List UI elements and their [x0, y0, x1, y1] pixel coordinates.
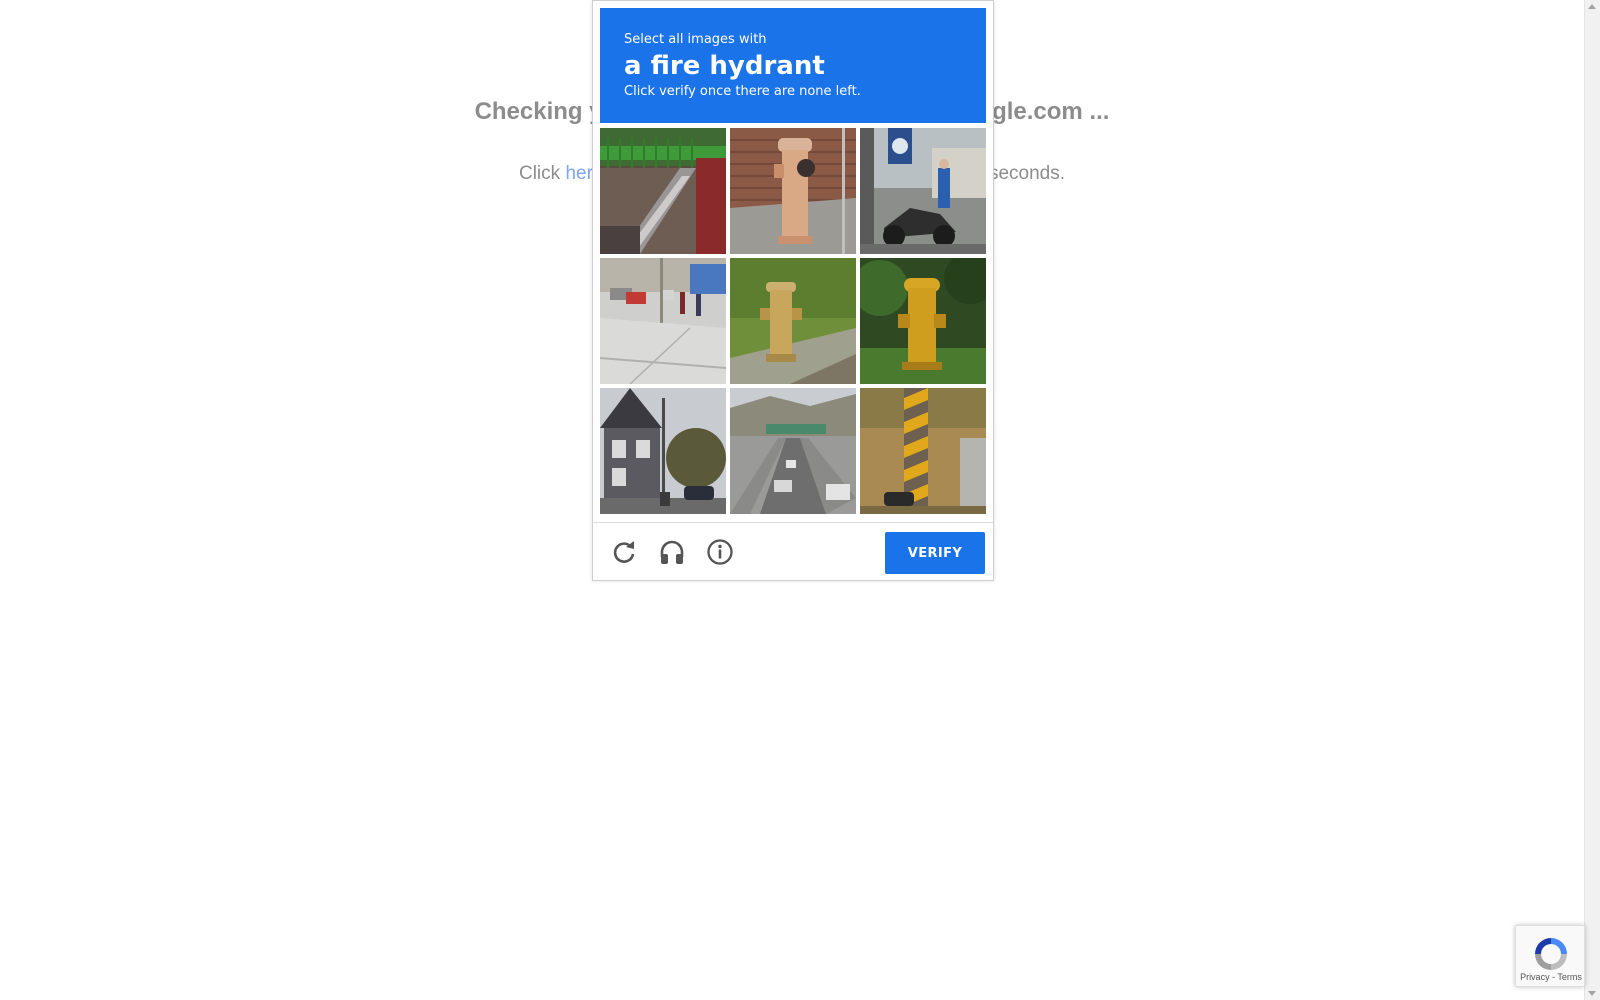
tile-7-image: [600, 388, 726, 514]
prompt-instruction: Select all images with: [624, 32, 767, 47]
image-tile-4[interactable]: [600, 258, 726, 384]
image-tile-9[interactable]: [860, 388, 986, 514]
tile-8-image: [730, 388, 856, 514]
image-tile-7[interactable]: [600, 388, 726, 514]
image-grid: [600, 128, 986, 514]
scroll-up-arrow-icon[interactable]: [1588, 4, 1596, 9]
verify-button[interactable]: VERIFY: [885, 532, 985, 574]
tile-1-image: [600, 128, 726, 254]
recaptcha-badge[interactable]: Privacy - Terms: [1515, 925, 1585, 987]
image-tile-5[interactable]: [730, 258, 856, 384]
challenge-prompt: Select all images with a fire hydrant Cl…: [600, 8, 986, 123]
tile-4-image: [600, 258, 726, 384]
tile-3-image: [860, 128, 986, 254]
badge-links: Privacy - Terms: [1516, 972, 1586, 982]
image-tile-2[interactable]: [730, 128, 856, 254]
image-tile-3[interactable]: [860, 128, 986, 254]
image-tile-6[interactable]: [860, 258, 986, 384]
challenge-footer: VERIFY: [593, 522, 993, 581]
tile-9-image: [860, 388, 986, 514]
recaptcha-logo-icon: [1535, 938, 1567, 970]
reload-icon[interactable]: [609, 537, 639, 567]
page-scrollbar[interactable]: [1584, 0, 1600, 1000]
tile-2-image: [730, 128, 856, 254]
info-icon[interactable]: [705, 537, 735, 567]
tile-6-image: [860, 258, 986, 384]
recaptcha-challenge: Select all images with a fire hydrant Cl…: [592, 0, 994, 581]
headphones-icon[interactable]: [657, 537, 687, 567]
scroll-down-arrow-icon[interactable]: [1588, 991, 1596, 996]
prompt-subtext: Click verify once there are none left.: [624, 84, 861, 99]
terms-link[interactable]: Terms: [1557, 972, 1582, 982]
image-tile-1[interactable]: [600, 128, 726, 254]
prompt-target: a fire hydrant: [624, 51, 825, 81]
image-tile-8[interactable]: [730, 388, 856, 514]
privacy-link[interactable]: Privacy: [1520, 972, 1550, 982]
tile-5-image: [730, 258, 856, 384]
redirect-text-start: Click: [518, 163, 566, 184]
